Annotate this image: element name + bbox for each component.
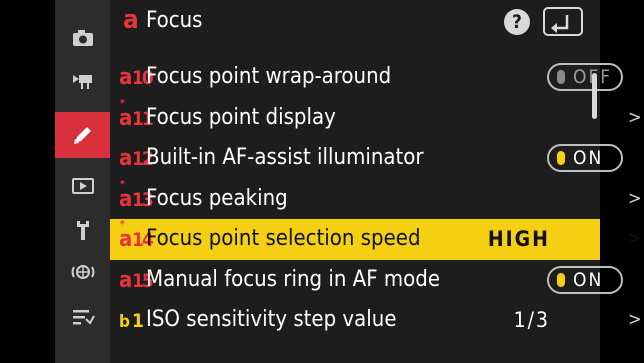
network-icon bbox=[71, 265, 94, 279]
pencil-icon bbox=[73, 127, 91, 144]
menu-row-a10[interactable]: a10Focus point wrap-around OFF bbox=[110, 57, 623, 98]
camera-icon bbox=[72, 30, 93, 46]
setting-value: 1/3 bbox=[513, 308, 550, 332]
setting-code-letter: a bbox=[119, 227, 132, 252]
setting-code-letter: a bbox=[119, 65, 132, 90]
setting-label: Built-in AF-assist illuminator bbox=[146, 145, 424, 170]
menu-letter: a bbox=[123, 5, 139, 35]
toggle-switch[interactable]: ON bbox=[547, 265, 623, 294]
toggle-state: ON bbox=[573, 268, 604, 291]
sidebar-item-playback[interactable] bbox=[55, 164, 110, 208]
menu-row-a13[interactable]: * a 13 Focus peaking > bbox=[110, 179, 642, 220]
setting-code-letter: b bbox=[119, 312, 130, 332]
sidebar-item-my-menu[interactable] bbox=[55, 295, 110, 339]
toggle-knob bbox=[557, 272, 565, 287]
setting-code: * a 11 bbox=[116, 98, 154, 137]
setting-code: a 10 bbox=[116, 60, 154, 96]
menu-row-a14[interactable]: * a 14 Focus point selection speed HIGH > bbox=[110, 219, 642, 260]
back-button[interactable] bbox=[543, 7, 583, 36]
setting-code: b1 bbox=[116, 303, 148, 339]
setting-value: HIGH bbox=[487, 227, 550, 251]
help-button[interactable]: ? bbox=[504, 9, 530, 35]
toggle-switch[interactable]: OFF bbox=[547, 63, 623, 91]
chevron-right-icon: > bbox=[628, 106, 642, 128]
toggle-state: ON bbox=[573, 147, 604, 169]
setting-label: Focus peaking bbox=[146, 185, 288, 211]
sidebar-item-custom-settings[interactable] bbox=[55, 112, 110, 158]
setting-label: Manual focus ring in AF mode bbox=[146, 266, 441, 292]
setting-code: * a 14 bbox=[116, 220, 154, 258]
setting-code-letter: a bbox=[119, 186, 132, 212]
menu-row-b1[interactable]: b 1 ISO sensitivity step value 1/3 > bbox=[110, 300, 642, 341]
setting-label: Focus point selection speed bbox=[146, 226, 421, 251]
setting-label: ISO sensitivity step value bbox=[146, 307, 397, 332]
sidebar bbox=[55, 0, 110, 363]
page-title: Focus bbox=[146, 8, 203, 33]
toggle-switch[interactable]: ON bbox=[547, 144, 623, 172]
playback-icon bbox=[71, 178, 94, 194]
chevron-right-icon: > bbox=[628, 309, 642, 330]
chevron-right-icon: > bbox=[628, 228, 642, 249]
setting-code: a 15 bbox=[116, 263, 154, 299]
header: a Focus ? bbox=[110, 0, 600, 45]
menu-list: a10Focus point wrap-aroundOFF*a11Focus p… bbox=[110, 57, 642, 341]
menu-row-a11[interactable]: * a 11 Focus point display > bbox=[110, 98, 642, 139]
my-menu-icon bbox=[72, 310, 95, 325]
menu-row-a12[interactable]: a 12 Built-in AF-assist illuminator ON bbox=[110, 138, 623, 179]
back-icon bbox=[551, 15, 569, 33]
sidebar-item-photo-shooting[interactable] bbox=[55, 16, 110, 60]
sidebar-item-movie-recording[interactable] bbox=[55, 59, 110, 103]
setting-code-letter: a bbox=[119, 267, 132, 293]
menu-row-a15[interactable]: a 15 Manual focus ring in AF mode ON bbox=[110, 260, 623, 301]
sidebar-item-network[interactable] bbox=[55, 250, 110, 294]
setting-label: Focus point display bbox=[146, 104, 336, 130]
setting-code-letter: a bbox=[119, 146, 132, 171]
wrench-icon bbox=[76, 221, 89, 240]
setting-label: Focus point wrap-around bbox=[146, 64, 392, 89]
scrollbar[interactable] bbox=[592, 73, 597, 119]
sidebar-item-setup[interactable] bbox=[55, 208, 110, 252]
setting-code: * a 13 bbox=[116, 179, 154, 218]
setting-code-number: 1 bbox=[132, 310, 144, 332]
setting-code: a 12 bbox=[116, 141, 154, 177]
toggle-knob bbox=[557, 151, 565, 165]
setting-code-letter: a bbox=[119, 105, 132, 131]
movie-camera-icon bbox=[72, 75, 92, 89]
chevron-right-icon: > bbox=[628, 187, 642, 209]
toggle-knob bbox=[557, 70, 565, 84]
